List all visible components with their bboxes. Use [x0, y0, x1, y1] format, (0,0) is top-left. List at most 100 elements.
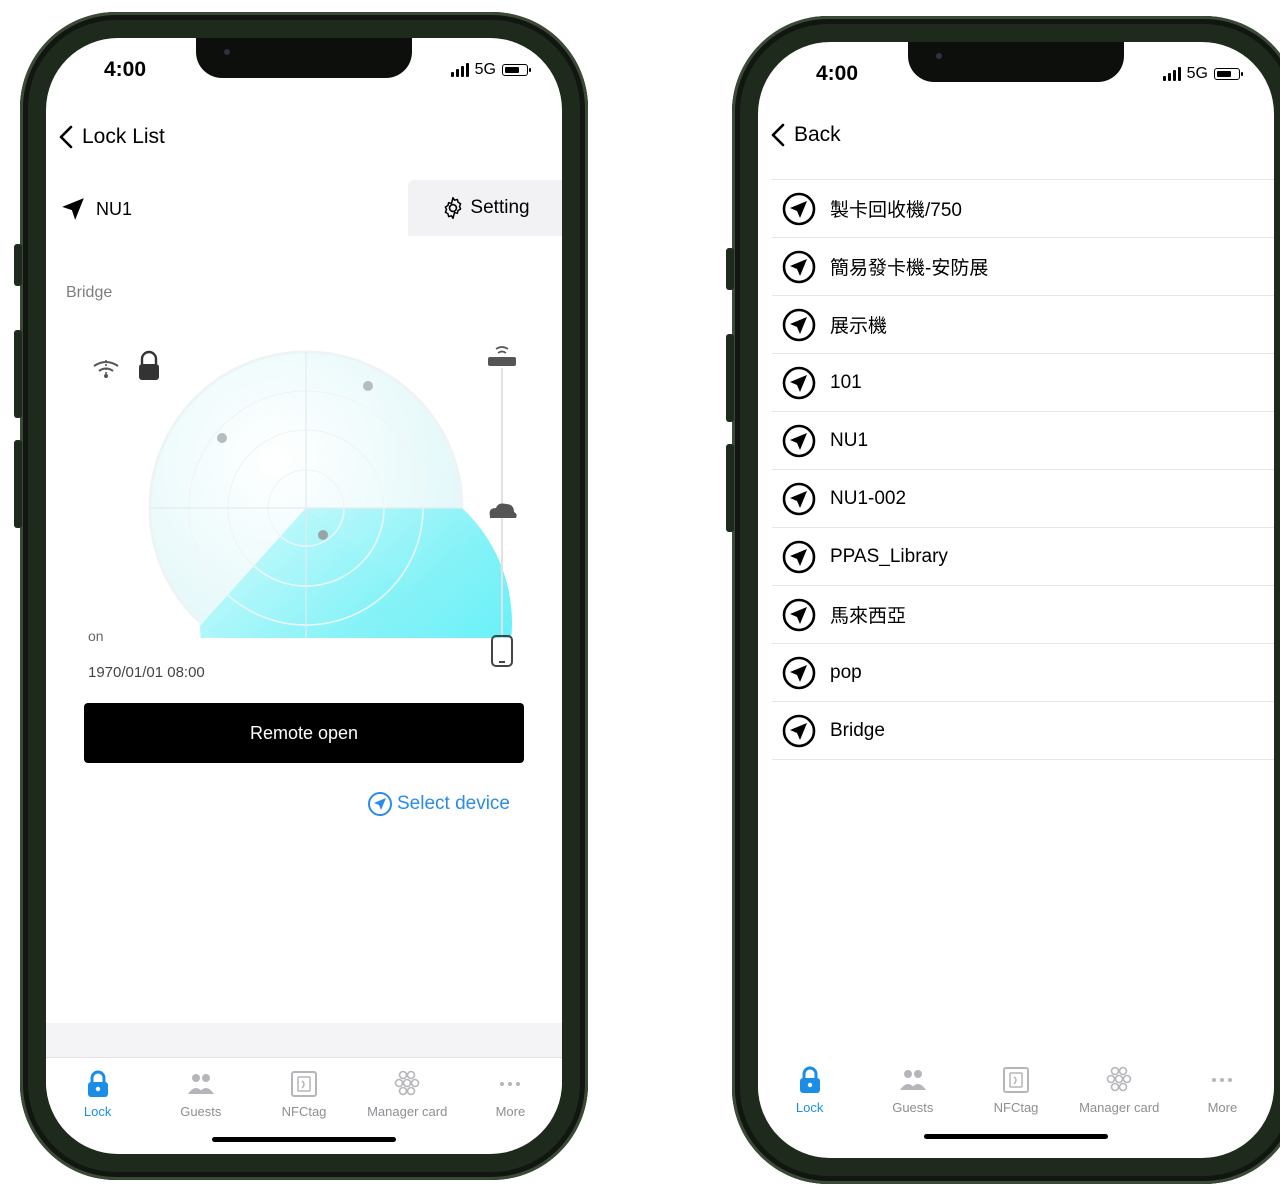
radar-panel	[46, 308, 562, 779]
navigation-circle-icon	[367, 792, 392, 816]
device-list-item[interactable]: 馬來西亞	[772, 585, 1274, 643]
status-time: 4:00	[816, 62, 859, 85]
status-on-label: on	[88, 628, 104, 644]
signal-icon	[1162, 67, 1181, 81]
select-device-label: Select device	[396, 793, 510, 814]
tab-label: Lock	[795, 1100, 824, 1115]
tab-manager-card[interactable]: Manager card	[356, 1058, 459, 1138]
last-sync-date: 1970/01/01 08:00	[88, 664, 205, 681]
left-screen: 4:00 5G Lock List NU1 Setting Bridge on …	[46, 38, 562, 1154]
tab-label: Manager card	[367, 1104, 448, 1119]
device-list-item[interactable]: pop	[772, 643, 1274, 701]
more-icon	[500, 1082, 521, 1086]
battery-icon	[502, 64, 531, 76]
device-dot	[363, 381, 373, 391]
tab-label: Guests	[180, 1104, 222, 1119]
navigation-circle-icon	[782, 192, 816, 225]
back-to-lock-list[interactable]: Lock List	[56, 124, 165, 150]
navigation-circle-icon	[782, 540, 816, 573]
manager-card-icon	[1106, 1066, 1132, 1092]
more-icon	[1212, 1078, 1233, 1082]
back-label: Lock List	[82, 125, 165, 148]
lock-name-label: NU1	[96, 198, 133, 219]
navigation-circle-icon	[782, 250, 816, 283]
lock-name: NU1	[60, 196, 132, 222]
tab-manager-card[interactable]: Manager card	[1068, 1054, 1171, 1134]
tab-more[interactable]: More	[1171, 1054, 1274, 1134]
chevron-left-icon	[771, 123, 785, 147]
guests-icon	[187, 1074, 214, 1094]
navigation-circle-icon	[782, 424, 816, 457]
side-button	[726, 248, 734, 290]
device-name: 展示機	[830, 316, 888, 337]
navigation-arrow-icon	[62, 198, 84, 220]
tab-lock[interactable]: Lock	[758, 1054, 861, 1134]
right-phone: 4:00 5G Back 製卡回收機/750 簡易發卡機-安防展 展示機 101 NU1…	[726, 16, 1280, 1184]
router-icon	[488, 346, 516, 366]
tab-guests[interactable]: Guests	[149, 1058, 252, 1138]
device-list-item[interactable]: 製卡回收機/750	[772, 179, 1274, 237]
device-name: PPAS_Library	[830, 545, 948, 567]
device-name: Bridge	[830, 719, 885, 741]
remote-open-button[interactable]: Remote open	[84, 703, 524, 763]
device-name: 馬來西亞	[830, 606, 907, 627]
device-list-item[interactable]: Bridge	[772, 701, 1274, 760]
device-name: pop	[830, 661, 862, 683]
left-phone: 4:00 5G Lock List NU1 Setting Bridge on …	[14, 12, 588, 1180]
lock-icon	[799, 1066, 820, 1093]
signal-icon	[450, 63, 469, 77]
tab-nfctag[interactable]: NFCtag	[964, 1054, 1067, 1134]
navigation-circle-icon	[782, 308, 816, 341]
device-name: 製卡回收機/750	[830, 200, 962, 221]
side-button	[14, 244, 22, 286]
device-dot	[217, 433, 227, 443]
cloud-hub-icon	[489, 503, 517, 518]
phone-device-icon	[491, 635, 513, 667]
tab-bar: Lock Guests NFCtag Manager card More	[758, 1054, 1274, 1134]
select-device-link[interactable]: Select device	[367, 791, 510, 817]
device-name: 101	[830, 371, 862, 393]
navigation-circle-icon	[782, 656, 816, 689]
lock-icon	[87, 1070, 108, 1097]
device-name: NU1	[830, 429, 869, 451]
device-name: 簡易發卡機-安防展	[830, 258, 989, 279]
tab-bar: Lock Guests NFCtag Manager card More	[46, 1057, 562, 1138]
nfc-tag-icon	[1003, 1067, 1029, 1093]
device-list-item[interactable]: NU1-002	[772, 469, 1274, 527]
device-list-item[interactable]: 展示機	[772, 295, 1274, 353]
navigation-circle-icon	[782, 598, 816, 631]
tab-lock[interactable]: Lock	[46, 1058, 149, 1138]
status-indicators: 5G	[450, 61, 531, 79]
notch	[908, 42, 1124, 82]
battery-icon	[1214, 68, 1243, 80]
device-dot	[318, 530, 328, 540]
chevron-left-icon	[59, 125, 73, 149]
setting-button[interactable]: Setting	[408, 180, 562, 236]
gear-icon	[445, 196, 462, 220]
device-list-item[interactable]: PPAS_Library	[772, 527, 1274, 585]
status-time: 4:00	[104, 58, 147, 81]
device-list-item[interactable]: 簡易發卡機-安防展	[772, 237, 1274, 295]
back-button[interactable]: Back	[768, 122, 841, 148]
tab-label: NFCtag	[993, 1100, 1039, 1115]
tab-label: NFCtag	[281, 1104, 327, 1119]
bridge-label: Bridge	[66, 284, 113, 301]
nfc-tag-icon	[291, 1071, 317, 1097]
home-indicator[interactable]	[924, 1134, 1108, 1139]
back-label: Back	[794, 123, 841, 146]
device-list-item[interactable]: 101	[772, 353, 1274, 411]
tab-more[interactable]: More	[459, 1058, 562, 1138]
tab-nfctag[interactable]: NFCtag	[252, 1058, 355, 1138]
device-list-item[interactable]: NU1	[772, 411, 1274, 469]
network-label: 5G	[474, 61, 496, 78]
status-indicators: 5G	[1162, 65, 1243, 83]
tab-label: Guests	[892, 1100, 934, 1115]
tab-label: More	[495, 1104, 526, 1119]
tab-guests[interactable]: Guests	[861, 1054, 964, 1134]
lock-closed-icon	[139, 350, 159, 380]
tab-label: Manager card	[1079, 1100, 1160, 1115]
navigation-circle-icon	[782, 366, 816, 399]
side-button	[14, 330, 22, 418]
home-indicator[interactable]	[212, 1137, 396, 1142]
manager-card-icon	[394, 1070, 420, 1096]
